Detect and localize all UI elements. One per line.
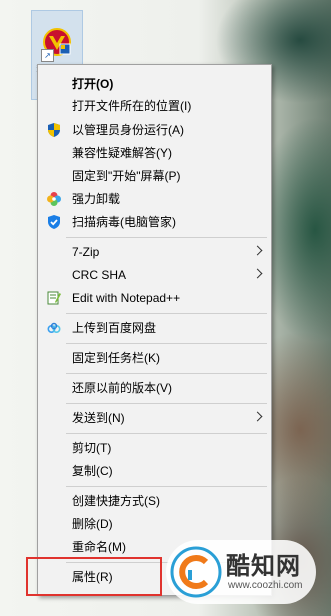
menu-item-7zip[interactable]: 7-Zip bbox=[38, 241, 271, 263]
menu-item-label: 删除(D) bbox=[72, 517, 113, 531]
menu-item-label: 扫描病毒(电脑管家) bbox=[72, 215, 176, 229]
menu-item-label: 以管理员身份运行(A) bbox=[72, 123, 184, 137]
properties-highlight-box bbox=[26, 557, 162, 596]
menu-item-label: 强力卸载 bbox=[72, 192, 121, 206]
uninstall-clover-icon bbox=[47, 192, 61, 206]
menu-item-label: 固定到"开始"屏幕(P) bbox=[72, 169, 181, 183]
menu-item-cut[interactable]: 剪切(T) bbox=[38, 437, 271, 459]
menu-item-run-as-admin[interactable]: 以管理员身份运行(A) bbox=[38, 119, 271, 141]
menu-item-label: CRC SHA bbox=[72, 268, 127, 282]
submenu-arrow-icon bbox=[252, 268, 263, 279]
menu-item-label: 打开文件所在的位置(I) bbox=[72, 99, 192, 113]
menu-separator bbox=[66, 237, 267, 238]
shortcut-arrow-icon: ↗ bbox=[41, 49, 54, 62]
menu-separator bbox=[66, 433, 267, 434]
menu-item-create-shortcut[interactable]: 创建快捷方式(S) bbox=[38, 490, 271, 512]
menu-item-restore-previous-versions[interactable]: 还原以前的版本(V) bbox=[38, 377, 271, 399]
menu-item-send-to[interactable]: 发送到(N) bbox=[38, 407, 271, 429]
menu-separator bbox=[66, 403, 267, 404]
menu-item-label: 固定到任务栏(K) bbox=[72, 351, 160, 365]
menu-item-open[interactable]: 打开(O) bbox=[38, 73, 271, 95]
menu-item-copy[interactable]: 复制(C) bbox=[38, 460, 271, 482]
coozhi-logo-icon bbox=[170, 546, 222, 598]
menu-item-delete[interactable]: 删除(D) bbox=[38, 513, 271, 535]
watermark-title: 酷知网 bbox=[226, 553, 301, 580]
menu-separator bbox=[66, 313, 267, 314]
baidu-netdisk-icon bbox=[47, 322, 61, 334]
menu-separator bbox=[66, 486, 267, 487]
menu-item-pin-to-start[interactable]: 固定到"开始"屏幕(P) bbox=[38, 165, 271, 187]
menu-item-label: 兼容性疑难解答(Y) bbox=[72, 146, 172, 160]
menu-item-label: 重命名(M) bbox=[72, 540, 126, 554]
menu-item-label: 上传到百度网盘 bbox=[72, 321, 157, 335]
menu-item-edit-notepadpp[interactable]: Edit with Notepad++ bbox=[38, 287, 271, 309]
context-menu: 打开(O) 打开文件所在的位置(I) 以管理员身份运行(A) 兼容性疑难解答(Y… bbox=[37, 64, 272, 596]
menu-item-upload-baidu-netdisk[interactable]: 上传到百度网盘 bbox=[38, 317, 271, 339]
menu-item-label: Edit with Notepad++ bbox=[72, 291, 181, 305]
notepad-plus-plus-icon bbox=[47, 291, 61, 305]
menu-item-label: 复制(C) bbox=[72, 464, 113, 478]
menu-item-troubleshoot-compatibility[interactable]: 兼容性疑难解答(Y) bbox=[38, 142, 271, 164]
menu-item-crc-sha[interactable]: CRC SHA bbox=[38, 264, 271, 286]
menu-item-label: 7-Zip bbox=[72, 245, 100, 259]
pc-manager-shield-icon bbox=[48, 215, 60, 229]
menu-item-open-file-location[interactable]: 打开文件所在的位置(I) bbox=[38, 95, 271, 117]
submenu-arrow-icon bbox=[252, 245, 263, 256]
watermark: 酷知网 www.coozhi.com bbox=[166, 540, 316, 604]
menu-item-pin-to-taskbar[interactable]: 固定到任务栏(K) bbox=[38, 347, 271, 369]
menu-item-label: 创建快捷方式(S) bbox=[72, 494, 160, 508]
menu-item-label: 剪切(T) bbox=[72, 441, 112, 455]
menu-item-label: 发送到(N) bbox=[72, 411, 125, 425]
menu-item-force-uninstall[interactable]: 强力卸载 bbox=[38, 188, 271, 210]
watermark-url: www.coozhi.com bbox=[228, 580, 303, 591]
uac-shield-icon bbox=[48, 123, 60, 137]
submenu-arrow-icon bbox=[252, 411, 263, 422]
menu-item-label: 还原以前的版本(V) bbox=[72, 381, 172, 395]
menu-item-label: 打开(O) bbox=[72, 77, 114, 91]
menu-separator bbox=[66, 343, 267, 344]
menu-item-scan-virus[interactable]: 扫描病毒(电脑管家) bbox=[38, 211, 271, 233]
menu-separator bbox=[66, 373, 267, 374]
